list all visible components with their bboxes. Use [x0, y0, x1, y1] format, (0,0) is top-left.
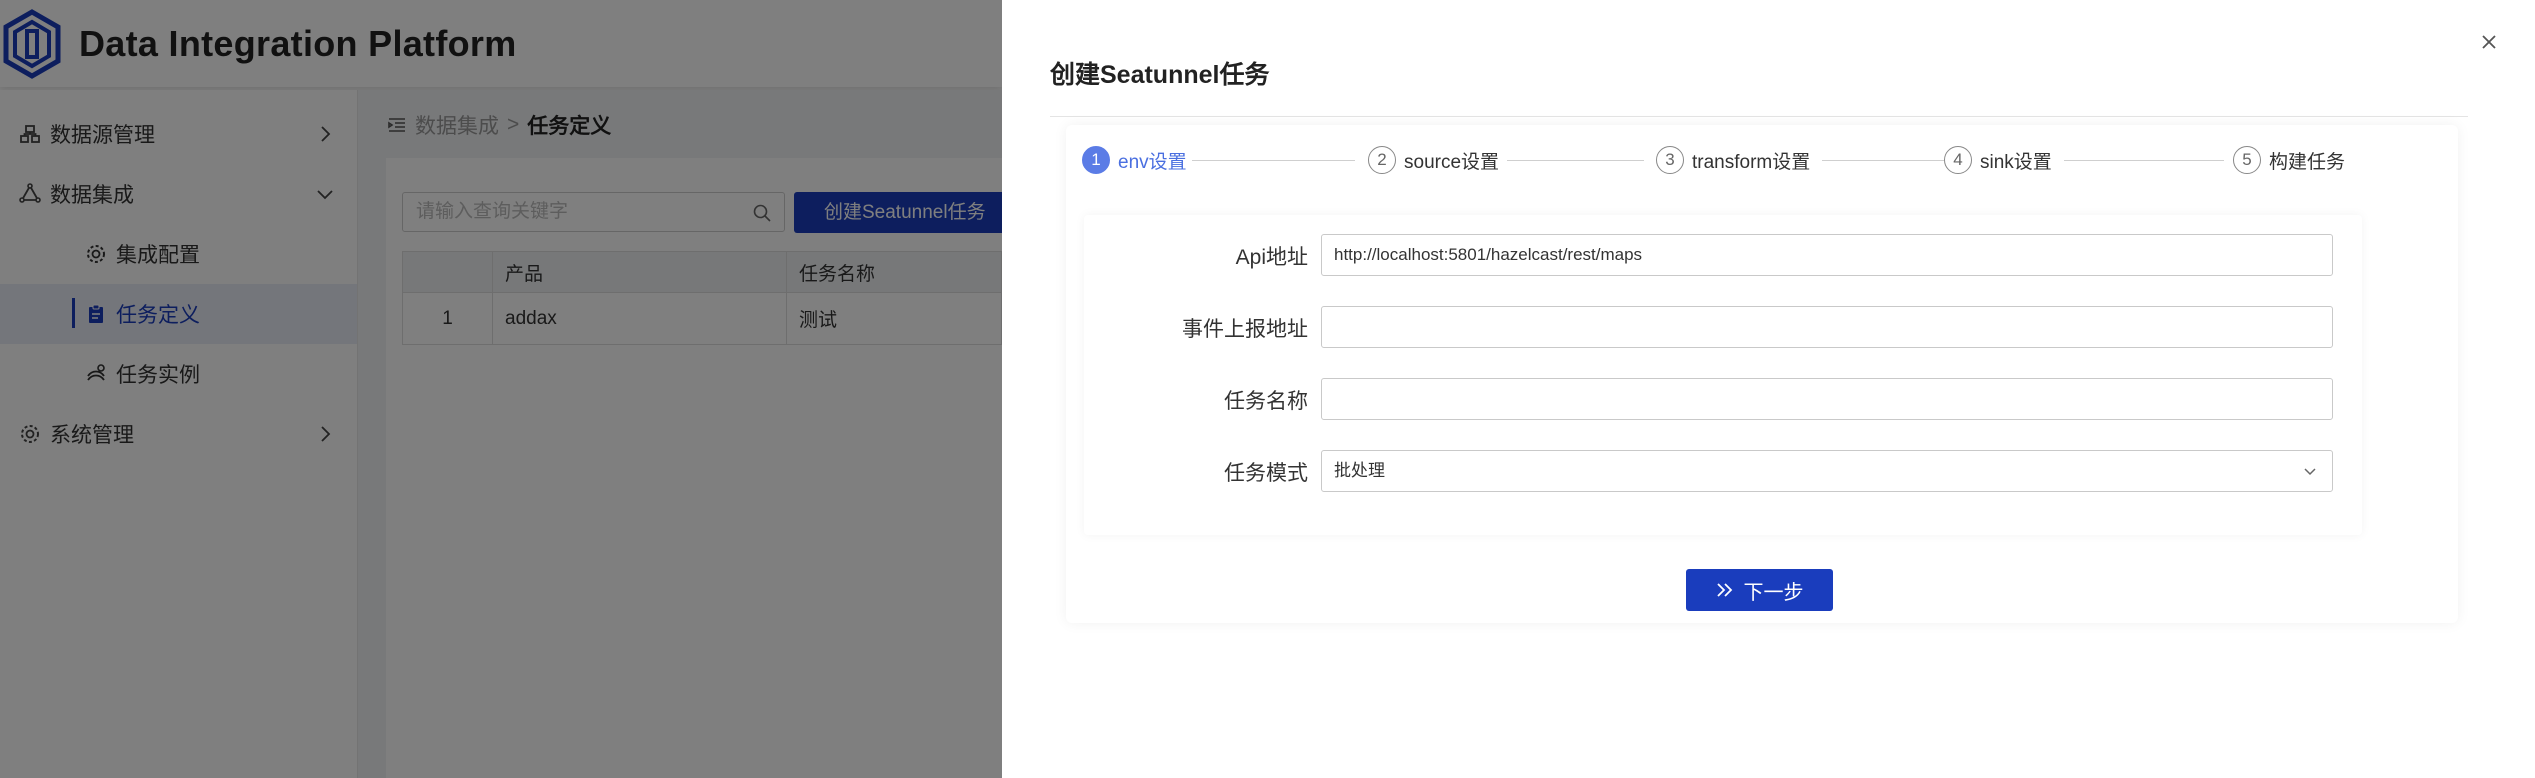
close-icon[interactable] [2478, 31, 2500, 53]
chevron-down-icon [2304, 468, 2316, 476]
step-label: sink设置 [1980, 151, 2052, 173]
api-address-label: Api地址 [1235, 246, 1308, 269]
drawer-title: 创建Seatunnel任务 [1050, 61, 1270, 89]
step-number: 1 [1082, 146, 1110, 174]
step-build[interactable]: 5 构建任务 [2233, 145, 2345, 175]
step-connector [1192, 160, 1355, 161]
step-number: 3 [1656, 146, 1684, 174]
task-mode-select[interactable]: 批处理 [1321, 450, 2333, 492]
step-connector [2064, 160, 2224, 161]
event-report-address-label: 事件上报地址 [1182, 318, 1308, 341]
step-label: env设置 [1118, 151, 1187, 173]
step-number: 4 [1944, 146, 1972, 174]
task-name-input[interactable] [1321, 378, 2333, 420]
next-step-label: 下一步 [1743, 581, 1804, 604]
step-connector [1822, 160, 1944, 161]
step-sink[interactable]: 4 sink设置 [1944, 145, 2052, 175]
create-task-drawer: 创建Seatunnel任务 1 env设置 2 source设置 3 trans… [1002, 0, 2535, 778]
step-label: transform设置 [1692, 151, 1811, 173]
task-mode-value: 批处理 [1334, 461, 1385, 480]
step-env[interactable]: 1 env设置 [1082, 145, 1187, 175]
step-number: 2 [1368, 146, 1396, 174]
task-name-label: 任务名称 [1224, 390, 1308, 413]
drawer-divider [1050, 116, 2468, 117]
next-step-button[interactable]: 下一步 [1686, 569, 1833, 611]
event-report-address-input[interactable] [1321, 306, 2333, 348]
step-label: 构建任务 [2269, 151, 2346, 173]
step-number: 5 [2233, 146, 2261, 174]
step-source[interactable]: 2 source设置 [1368, 145, 1499, 175]
step-transform[interactable]: 3 transform设置 [1656, 145, 1810, 175]
task-mode-label: 任务模式 [1224, 462, 1308, 485]
step-connector [1507, 160, 1644, 161]
double-chevron-right-icon [1716, 583, 1732, 597]
modal-overlay[interactable] [0, 0, 1002, 778]
step-label: source设置 [1404, 151, 1500, 173]
api-address-input[interactable]: http://localhost:5801/hazelcast/rest/map… [1321, 234, 2333, 276]
